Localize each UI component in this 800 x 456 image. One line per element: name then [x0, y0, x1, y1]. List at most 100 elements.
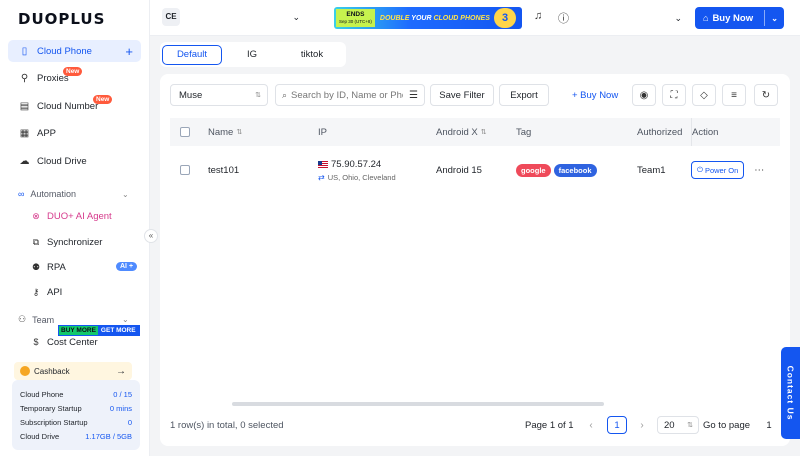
- add-cloud-phone-icon[interactable]: +: [125, 44, 133, 59]
- row-ip: 75.90.57.24 ⇄ US, Ohio, Cleveland: [318, 152, 396, 188]
- account-select[interactable]: ⌄: [578, 7, 682, 29]
- promo-banner[interactable]: ENDS Sep 30 (UTC+8) DOUBLE YOUR CLOUD PHO…: [334, 7, 522, 29]
- search-box: ⌕ ☰: [275, 84, 425, 106]
- arrow-right-icon: →: [116, 365, 126, 377]
- refresh-icon[interactable]: ↻: [754, 84, 778, 106]
- promo-text-c: CLOUD PHONES: [433, 14, 490, 22]
- column-label: Tag: [516, 126, 532, 138]
- usage-value: 0 mins: [109, 403, 132, 413]
- section-label: Automation: [30, 189, 76, 199]
- power-on-button[interactable]: ⏻ Power On: [691, 161, 745, 179]
- chevron-down-icon[interactable]: ⌄: [771, 14, 778, 23]
- contact-label: Contact Us: [785, 365, 796, 421]
- filter-icon[interactable]: ☰: [409, 90, 418, 101]
- sidebar-item-label: Cloud Phone: [37, 45, 92, 57]
- buy-now-link[interactable]: + Buy Now: [572, 84, 618, 106]
- main-panel: Muse ⇅ ⌕ ☰ Save Filter Export + Buy Now …: [160, 74, 790, 446]
- new-badge: New: [63, 67, 83, 76]
- chevron-down-icon: ⌄: [674, 12, 682, 23]
- sidebar-item-label: Cost Center: [47, 336, 98, 348]
- sidebar-item-label: Cloud Number: [37, 100, 99, 112]
- horizontal-scrollbar[interactable]: [232, 402, 604, 406]
- sidebar-item-ai-agent[interactable]: ⊗ DUO+ AI Agent: [30, 206, 140, 226]
- usage-row: Temporary Startup 0 mins: [20, 401, 132, 415]
- search-input[interactable]: [291, 89, 404, 101]
- team-section[interactable]: ⚇ Team ⌄: [18, 314, 129, 325]
- cloud-icon: ☁: [19, 155, 30, 167]
- row-actions: ⏻ Power On ⋯: [691, 152, 764, 188]
- group-select[interactable]: Muse ⇅: [170, 84, 268, 106]
- screenshot-icon[interactable]: ⛶: [662, 84, 686, 106]
- goto-page-input[interactable]: 1: [760, 416, 778, 434]
- automation-section[interactable]: ∞ Automation ⌄: [18, 189, 129, 199]
- bell-icon[interactable]: ♫: [534, 10, 542, 22]
- column-name[interactable]: Name ⇅: [208, 127, 242, 138]
- buy-now-button[interactable]: ⌂ Buy Now ⌄: [695, 7, 784, 29]
- sidebar-item-cloud-number[interactable]: ▤ Cloud Number: [8, 95, 141, 117]
- sidebar-item-label: Cloud Drive: [37, 155, 87, 167]
- cashback-banner[interactable]: Cashback →: [14, 362, 132, 380]
- sidebar: DUOPLUS ▯ Cloud Phone + ⚲ Proxies New ▤ …: [0, 0, 150, 456]
- us-flag-icon: [318, 160, 328, 168]
- tag-facebook: facebook: [553, 163, 597, 177]
- collapse-sidebar-button[interactable]: «: [144, 229, 158, 243]
- sort-icon[interactable]: ⇅: [481, 128, 487, 136]
- sidebar-item-app[interactable]: ▦ APP: [8, 122, 141, 144]
- current-page-button[interactable]: 1: [607, 416, 627, 434]
- next-page-icon[interactable]: ›: [633, 416, 651, 434]
- topbar: CE ⌄ ENDS Sep 30 (UTC+8) DOUBLE YOUR CLOU…: [150, 0, 800, 36]
- row-android: Android 15: [436, 164, 482, 176]
- chevron-down-icon: ⌄: [122, 189, 129, 199]
- sort-icon[interactable]: ⇅: [236, 128, 242, 136]
- checkbox[interactable]: [180, 165, 190, 175]
- divider: [764, 10, 765, 26]
- table-row[interactable]: test101 75.90.57.24 ⇄ US, Ohio, Cleveland…: [170, 152, 780, 188]
- page-info: Page 1 of 1: [525, 420, 574, 431]
- group-tabs: Default IG tiktok: [160, 42, 346, 67]
- column-label: Authorized: [637, 126, 683, 138]
- sidebar-item-api[interactable]: ⚷ API: [30, 282, 140, 302]
- select-all-checkbox[interactable]: [180, 127, 190, 137]
- usage-label: Cloud Drive: [20, 431, 60, 441]
- ip-location: ⇄ US, Ohio, Cleveland: [318, 173, 396, 182]
- infinity-icon: ∞: [18, 189, 25, 199]
- workspace-select[interactable]: CE ⌄: [162, 6, 300, 28]
- tab-ig[interactable]: IG: [222, 45, 282, 65]
- grid-icon: ▦: [19, 127, 30, 139]
- column-label: Name: [208, 126, 234, 138]
- page-size-select[interactable]: 20 ⇅: [657, 416, 699, 434]
- export-button[interactable]: Export: [499, 84, 549, 106]
- table-header: Name ⇅ IP Android X ⇅ Tag Authorized Actio…: [170, 118, 780, 146]
- buy-now-label: Buy Now: [712, 12, 754, 24]
- tab-default[interactable]: Default: [162, 44, 222, 65]
- sidebar-item-cost-center[interactable]: $ Cost Center: [30, 332, 140, 352]
- sidebar-item-cloud-drive[interactable]: ☁ Cloud Drive: [8, 150, 141, 172]
- row-checkbox[interactable]: [180, 152, 190, 188]
- network-icon: ⚲: [20, 72, 29, 84]
- save-filter-button[interactable]: Save Filter: [430, 84, 494, 106]
- sidebar-item-label: API: [47, 286, 63, 298]
- usage-panel: Cloud Phone 0 / 15 Temporary Startup 0 min…: [12, 380, 140, 450]
- sidebar-item-label: Synchronizer: [47, 236, 103, 248]
- tag-icon[interactable]: ◇: [692, 84, 716, 106]
- sidebar-item-cloud-phone[interactable]: ▯ Cloud Phone +: [8, 40, 141, 62]
- ai-agent-icon: ⊗: [32, 210, 40, 221]
- checkbox[interactable]: [180, 127, 190, 137]
- page-size-value: 20: [664, 419, 675, 431]
- sim-icon: ▤: [19, 100, 30, 112]
- more-icon[interactable]: ⋯: [754, 165, 764, 176]
- team-icon: ⚇: [18, 314, 27, 324]
- usage-label: Subscription Startup: [20, 417, 88, 427]
- chevron-down-icon: ⌄: [292, 11, 300, 22]
- column-android[interactable]: Android X ⇅: [436, 127, 487, 138]
- contact-us-tab[interactable]: Contact Us: [781, 347, 800, 439]
- row-authorized: Team1: [637, 164, 666, 176]
- settings-sliders-icon[interactable]: ≡: [722, 84, 746, 106]
- help-icon[interactable]: ⓘ: [558, 10, 569, 26]
- tab-tiktok[interactable]: tiktok: [282, 45, 342, 65]
- eye-icon[interactable]: ◉: [632, 84, 656, 106]
- sidebar-item-synchronizer[interactable]: ⧉ Synchronizer: [30, 232, 140, 252]
- column-label: IP: [318, 126, 327, 138]
- prev-page-icon[interactable]: ‹: [582, 416, 600, 434]
- group-select-value: Muse: [179, 89, 203, 101]
